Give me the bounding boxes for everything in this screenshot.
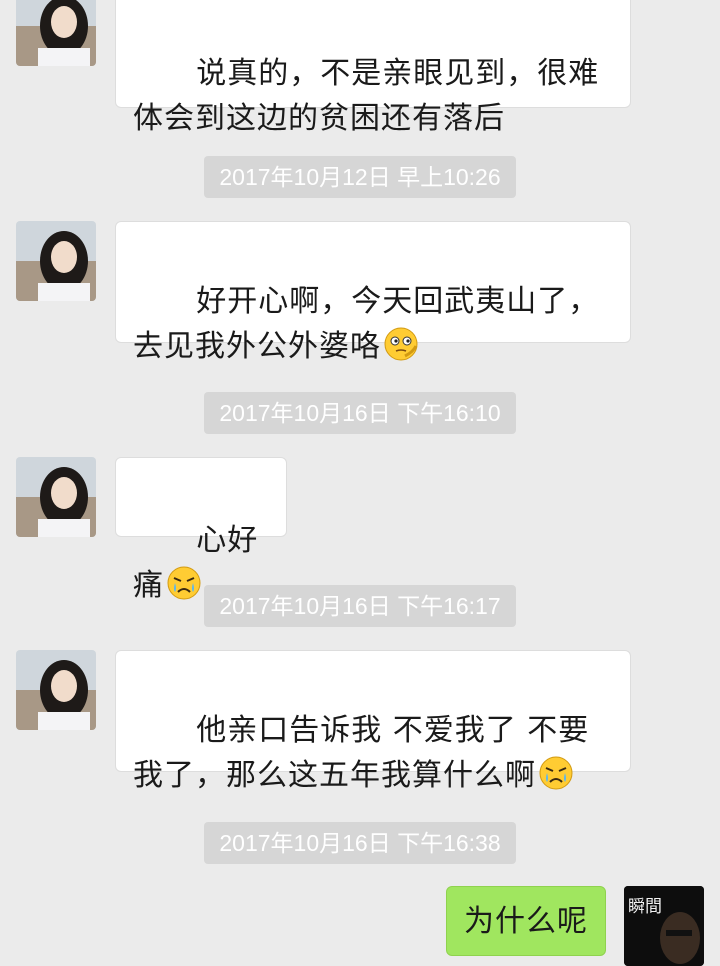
timestamp: 2017年10月16日 下午16:38	[204, 822, 516, 864]
timestamp: 2017年10月12日 早上10:26	[204, 156, 516, 198]
contact-avatar[interactable]	[16, 221, 96, 301]
contact-avatar[interactable]	[16, 650, 96, 730]
message-text: 好开心啊，今天回武夷山了，去见我外公外婆咯	[133, 284, 600, 364]
self-avatar[interactable]: 瞬間	[624, 886, 704, 966]
message-bubble-sent[interactable]: 为什么呢	[446, 886, 606, 956]
crying-face-emoji	[167, 566, 201, 600]
crying-face-emoji	[539, 756, 573, 790]
timestamp: 2017年10月16日 下午16:17	[204, 585, 516, 627]
message-bubble[interactable]: 说真的，不是亲眼见到，很难体会到这边的贫困还有落后	[115, 0, 631, 136]
contact-avatar[interactable]	[16, 457, 96, 537]
message-text: 说真的，不是亲眼见到，很难体会到这边的贫困还有落后	[133, 56, 600, 136]
thinking-face-emoji	[384, 327, 418, 361]
chat-message-list[interactable]: 说真的，不是亲眼见到，很难体会到这边的贫困还有落后 2017年10月12日 早上…	[0, 0, 720, 966]
message-text: 他亲口告诉我 不爱我了 不要我了，那么这五年我算什么啊	[133, 713, 590, 793]
avatar-overlay-text: 瞬間	[628, 897, 662, 917]
message-text: 为什么呢	[464, 904, 588, 939]
message-bubble[interactable]: 好开心啊，今天回武夷山了，去见我外公外婆咯	[115, 221, 631, 364]
timestamp: 2017年10月16日 下午16:10	[204, 392, 516, 434]
message-bubble[interactable]: 他亲口告诉我 不爱我了 不要我了，那么这五年我算什么啊	[115, 650, 631, 793]
message-bubble[interactable]: 心好痛	[115, 457, 287, 603]
contact-avatar[interactable]	[16, 0, 96, 66]
